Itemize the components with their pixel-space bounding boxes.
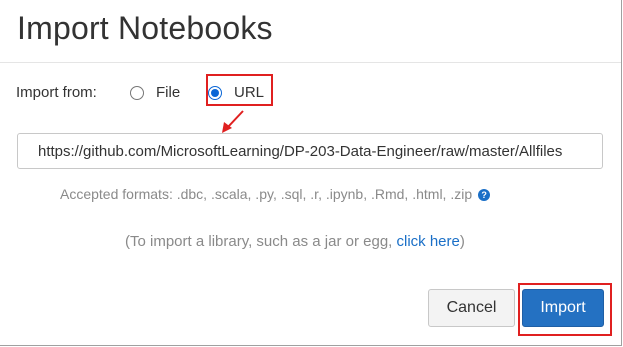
accepted-formats-text: Accepted formats: .dbc, .scala, .py, .sq…: [60, 186, 491, 202]
cancel-button[interactable]: Cancel: [428, 289, 515, 327]
library-hint-prefix: (To import a library, such as a jar or e…: [125, 233, 397, 250]
url-input[interactable]: [17, 133, 603, 169]
library-hint-suffix: ): [459, 233, 465, 250]
question-circle-icon[interactable]: ?: [478, 189, 491, 201]
accepted-formats-label: Accepted formats: .dbc, .scala, .py, .sq…: [60, 186, 473, 202]
library-hint: (To import a library, such as a jar or e…: [125, 233, 465, 250]
import-button[interactable]: Import: [522, 289, 604, 327]
click-here-link[interactable]: click here: [397, 233, 460, 250]
import-notebooks-dialog: Import Notebooks Import from: File URL A…: [0, 0, 622, 346]
